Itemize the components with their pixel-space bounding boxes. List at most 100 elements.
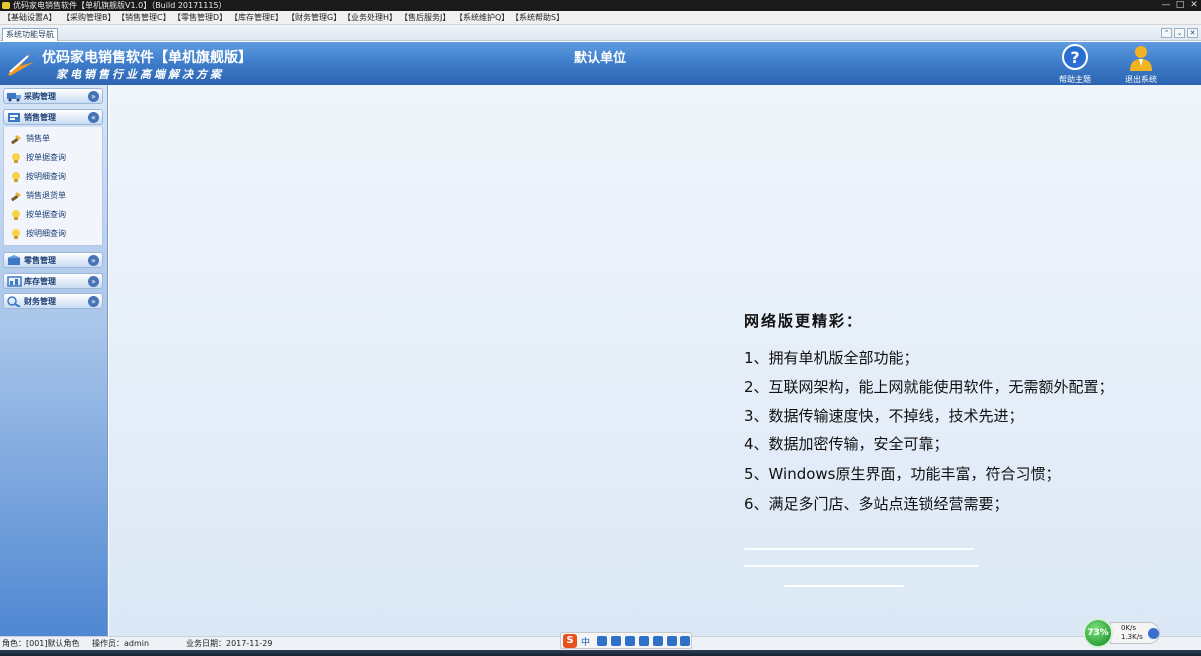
menu-system-maintenance[interactable]: 【系统维护Q】 — [455, 12, 509, 24]
faded-text-line — [744, 565, 979, 567]
skin-icon[interactable] — [667, 636, 677, 646]
maximize-button[interactable]: □ — [1174, 0, 1186, 11]
sales-icon — [8, 113, 20, 122]
microphone-icon[interactable] — [625, 636, 635, 646]
sidebar-item-label: 按单据查询 — [26, 210, 66, 219]
sidebar-item-return-query-by-detail[interactable]: 按明细查询 — [8, 227, 102, 241]
sidebar-item-sales-order[interactable]: 销售单 — [8, 132, 102, 146]
sidebar-group-label: 销售管理 — [24, 113, 56, 122]
menu-after-sales[interactable]: 【售后服务J】 — [400, 12, 450, 24]
help-icon: ? — [1062, 44, 1088, 70]
menu-purchase[interactable]: 【采购管理B】 — [62, 12, 116, 24]
truck-icon — [7, 93, 21, 102]
chevron-expand-icon[interactable]: » — [88, 276, 99, 287]
faded-text-line — [744, 548, 974, 550]
tab-system-navigation[interactable]: 系统功能导航 — [2, 28, 58, 41]
promo-title: 网络版更精彩： — [744, 312, 864, 330]
sogou-logo-icon[interactable]: S — [563, 634, 577, 648]
memory-usage-ball[interactable]: 73% — [1083, 618, 1113, 648]
chevron-expand-icon[interactable]: » — [88, 296, 99, 307]
bulb-icon — [12, 153, 20, 163]
sidebar-group-label: 零售管理 — [24, 256, 56, 265]
status-role: 角色：[001]默认角色 — [2, 639, 80, 648]
promo-line: 5、Windows原生界面，功能丰富，符合习惯； — [744, 465, 1061, 483]
app-icon — [2, 2, 10, 9]
minimize-button[interactable]: — — [1160, 0, 1172, 11]
title-bar: 优码家电销售软件【单机旗舰版V1.0】（Build 20171115） — □ … — [0, 0, 1201, 11]
punctuation-icon[interactable] — [597, 636, 607, 646]
network-speed-widget[interactable]: 0K/s 1.3K/s 73% — [1083, 618, 1163, 648]
sidebar-group-retail[interactable]: 零售管理 » — [3, 252, 103, 268]
menu-finance[interactable]: 【财务管理G】 — [287, 12, 341, 24]
brand-slogan: 家电销售行业高端解决方案 — [56, 68, 224, 81]
ime-mode-toggle[interactable]: 中 — [581, 635, 590, 648]
pen-icon — [10, 192, 21, 202]
sidebar-group-purchase[interactable]: 采购管理 » — [3, 88, 103, 104]
main-workspace: 网络版更精彩： 1、拥有单机版全部功能； 2、互联网架构，能上网就能使用软件，无… — [109, 85, 1201, 636]
speed-panel: 0K/s 1.3K/s — [1110, 622, 1160, 644]
menu-retail[interactable]: 【零售管理D】 — [173, 12, 227, 24]
inventory-icon — [7, 276, 22, 287]
sales-submenu-panel: 销售单 按单据查询 按明细查询 销售退货单 按单据查询 按明细查询 — [3, 127, 103, 246]
sidebar-group-label: 库存管理 — [24, 277, 56, 286]
menu-bar: 【基础设置A】 【采购管理B】 【销售管理C】 【零售管理D】 【库存管理E】 … — [0, 11, 1201, 25]
close-button[interactable]: ✕ — [1188, 0, 1200, 11]
unit-name: 默认单位 — [573, 51, 626, 66]
emoji-icon[interactable] — [611, 636, 621, 646]
brand-title: 优码家电销售软件【单机旗舰版】 — [42, 50, 252, 66]
menu-basic-settings[interactable]: 【基础设置A】 — [3, 12, 56, 24]
sidebar-item-query-by-document[interactable]: 按单据查询 — [8, 151, 102, 165]
tab-scroll-up-button[interactable]: ⌃ — [1161, 28, 1172, 38]
download-speed: 1.3K/s — [1121, 633, 1143, 641]
chevron-collapse-icon[interactable]: « — [88, 112, 99, 123]
chevron-expand-icon[interactable]: » — [88, 255, 99, 266]
shield-icon[interactable] — [1148, 628, 1159, 639]
help-button[interactable]: ? 帮助主题 — [1050, 44, 1100, 85]
sidebar-item-sales-return[interactable]: 销售退货单 — [8, 189, 102, 203]
help-glyph: ? — [1070, 48, 1079, 67]
sidebar-item-return-query-by-document[interactable]: 按单据查询 — [8, 208, 102, 222]
exit-label: 退出系统 — [1125, 75, 1157, 84]
status-operator: 操作员：admin — [92, 639, 150, 648]
exit-button[interactable]: 退出系统 — [1116, 44, 1166, 85]
sidebar-group-label: 财务管理 — [24, 297, 56, 306]
sidebar-group-sales[interactable]: 销售管理 « — [3, 109, 103, 125]
sidebar-group-finance[interactable]: 财务管理 » — [3, 293, 103, 309]
user-icon[interactable] — [653, 636, 663, 646]
upload-speed: 0K/s — [1121, 624, 1137, 632]
tab-close-button[interactable]: ✕ — [1187, 28, 1198, 38]
window-title: 优码家电销售软件【单机旗舰版V1.0】（Build 20171115） — [13, 1, 227, 10]
bulb-icon — [12, 172, 20, 182]
promo-line: 6、满足多门店、多站点连锁经营需要； — [744, 495, 1009, 513]
menu-sales[interactable]: 【销售管理C】 — [117, 12, 171, 24]
faded-text-line — [784, 585, 904, 587]
bulb-icon — [12, 229, 20, 239]
user-exit-icon — [1130, 46, 1152, 71]
logo-icon — [8, 52, 34, 76]
os-taskbar — [0, 650, 1201, 656]
sidebar-item-query-by-detail[interactable]: 按明细查询 — [8, 170, 102, 184]
menu-system-help[interactable]: 【系统帮助S】 — [511, 12, 564, 24]
menu-business[interactable]: 【业务处理H】 — [343, 12, 397, 24]
promo-line: 4、数据加密传输，安全可靠； — [744, 435, 949, 453]
tab-scroll-down-button[interactable]: ⌄ — [1174, 28, 1185, 38]
promo-line: 3、数据传输速度快，不掉线，技术先进； — [744, 407, 1024, 425]
sidebar-item-label: 按明细查询 — [26, 229, 66, 238]
wrench-icon[interactable] — [680, 636, 690, 646]
sidebar-item-label: 按明细查询 — [26, 172, 66, 181]
tab-strip: 系统功能导航 ⌃ ⌄ ✕ — [0, 25, 1201, 41]
header-banner: 优码家电销售软件【单机旗舰版】 家电销售行业高端解决方案 默认单位 ? 帮助主题… — [0, 42, 1201, 85]
help-label: 帮助主题 — [1059, 75, 1091, 84]
sidebar-item-label: 按单据查询 — [26, 153, 66, 162]
ime-toolbar[interactable]: S 中 — [560, 632, 692, 649]
status-business-date: 业务日期：2017-11-29 — [186, 639, 273, 648]
sidebar-group-inventory[interactable]: 库存管理 » — [3, 273, 103, 289]
menu-inventory[interactable]: 【库存管理E】 — [230, 12, 283, 24]
keyboard-icon[interactable] — [639, 636, 649, 646]
sidebar-item-label: 销售退货单 — [26, 191, 66, 200]
promo-line: 2、互联网架构，能上网就能使用软件，无需额外配置； — [744, 378, 1114, 396]
chevron-expand-icon[interactable]: » — [88, 91, 99, 102]
retail-icon — [7, 255, 21, 265]
sidebar-item-label: 销售单 — [26, 134, 50, 143]
sidebar-group-label: 采购管理 — [24, 92, 56, 101]
